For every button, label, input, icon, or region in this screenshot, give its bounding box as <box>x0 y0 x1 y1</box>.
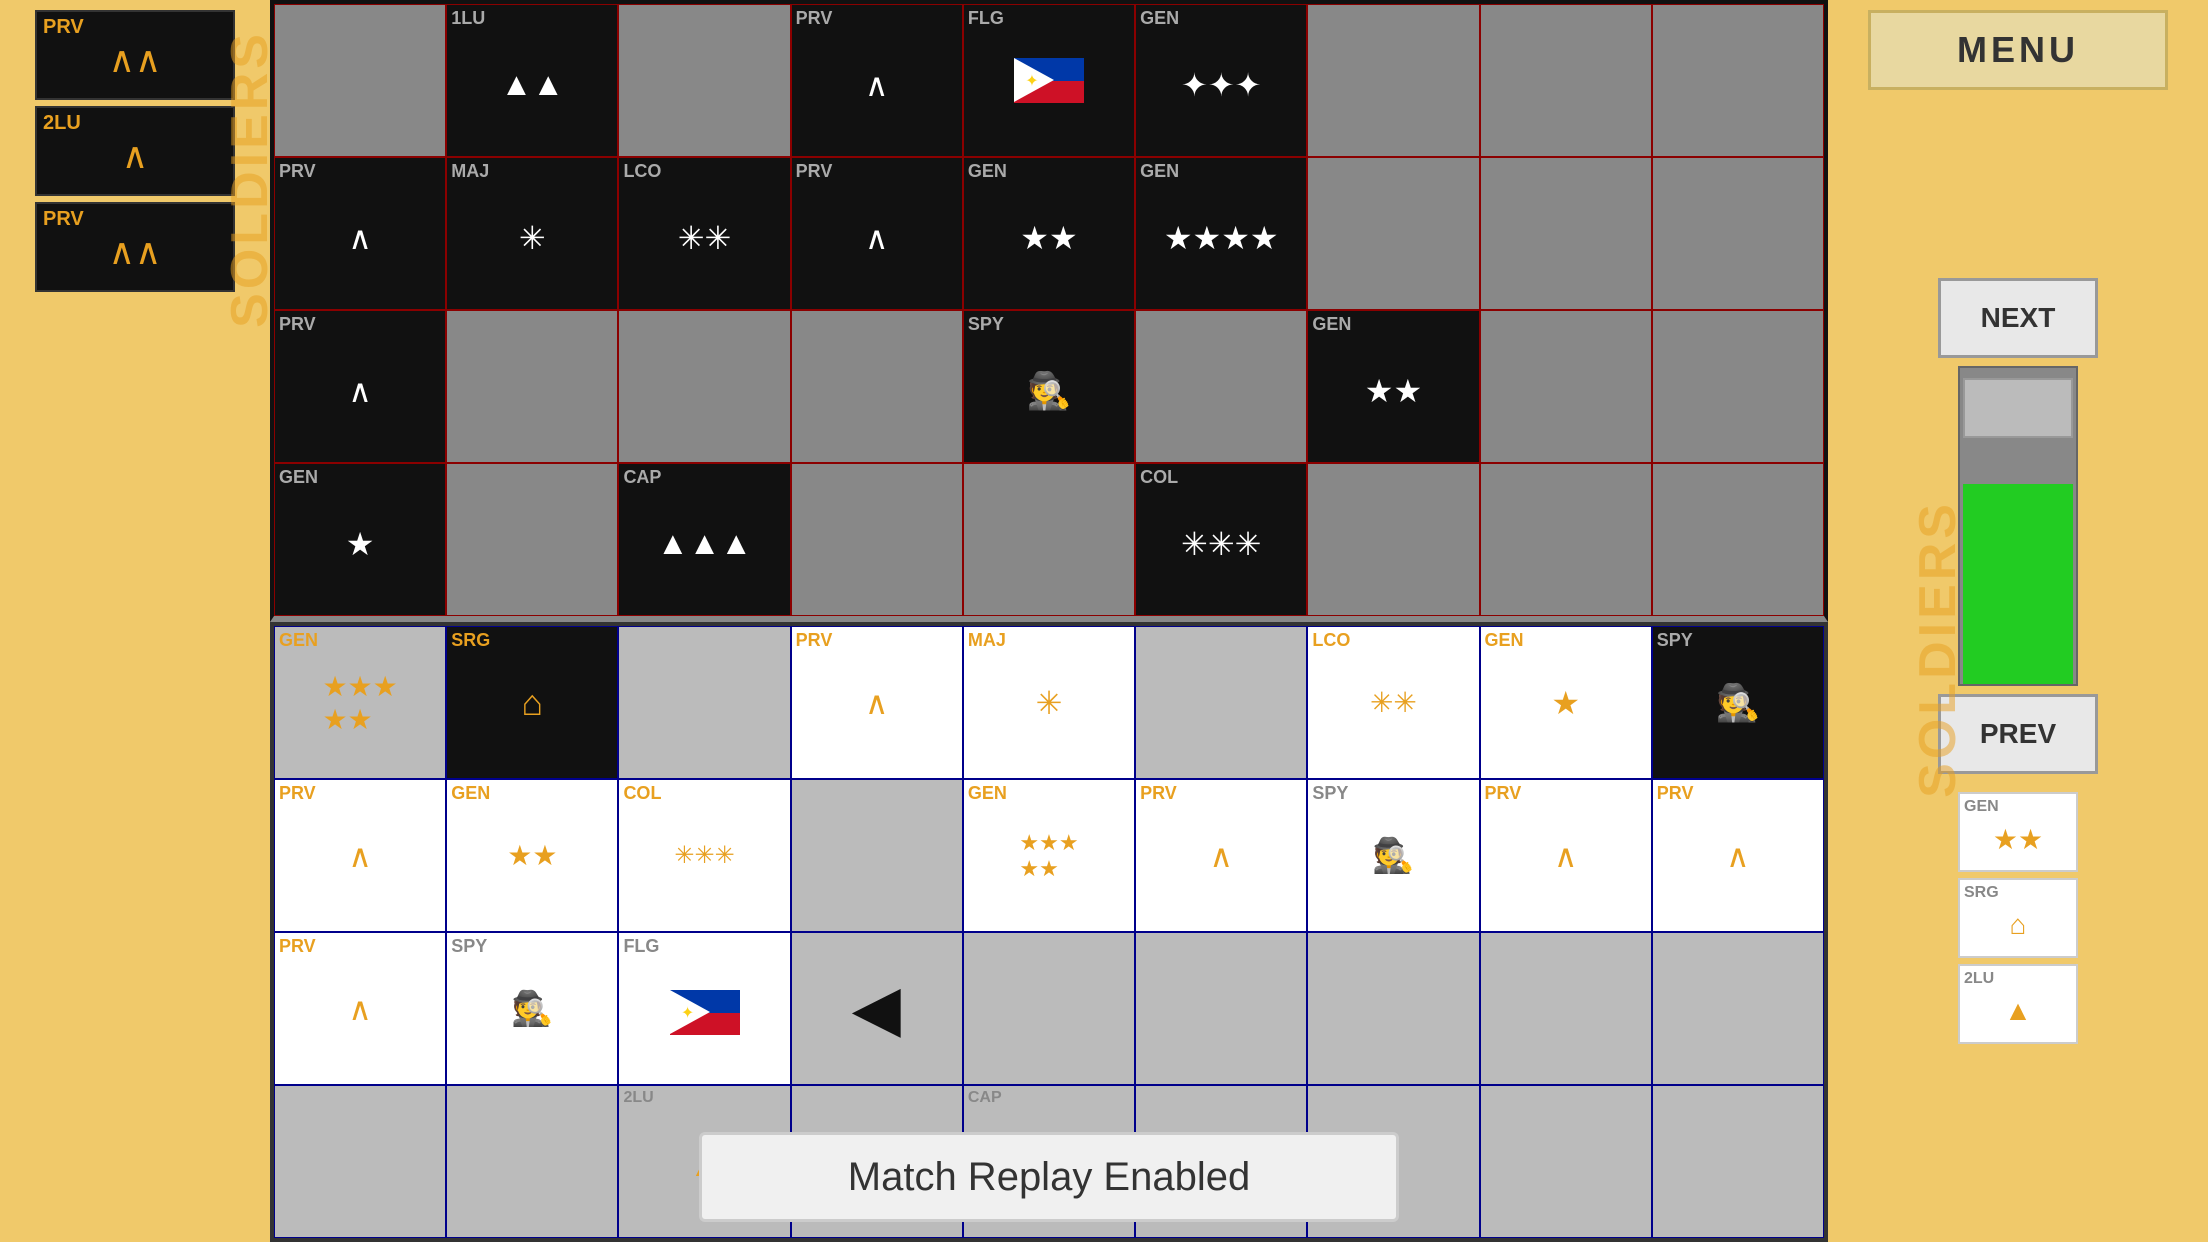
cell-t-2-1[interactable] <box>446 310 618 463</box>
cell-t-1-1[interactable]: MAJ ✳ <box>446 157 618 310</box>
sidebar-card-prv2: PRV ∧∧ <box>35 202 235 292</box>
mini-card-2lu: 2LU ▲ <box>1958 964 2078 1044</box>
game-board: 1LU ▲▲ PRV ∧ FLG ✦ GEN ✦✦✦ PRV ∧ <box>270 0 1828 1242</box>
cell-b-0-8[interactable]: SPY 🕵 <box>1652 626 1824 779</box>
cell-b-0-7[interactable]: GEN ★ <box>1480 626 1652 779</box>
cell-t-2-3[interactable] <box>791 310 963 463</box>
cell-b-3-8[interactable] <box>1652 1085 1824 1238</box>
rank-symbol: ∧∧ <box>109 231 162 273</box>
cell-t-2-8[interactable] <box>1652 310 1824 463</box>
cell-t-1-7[interactable] <box>1480 157 1652 310</box>
cell-b-1-3[interactable] <box>791 779 963 932</box>
cell-t-0-4[interactable]: FLG ✦ <box>963 4 1135 157</box>
mini-card-srg: SRG ⌂ <box>1958 878 2078 958</box>
cell-b-2-2[interactable]: FLG ✦ <box>618 932 790 1085</box>
cell-t-3-3[interactable] <box>791 463 963 616</box>
cell-b-3-1[interactable] <box>446 1085 618 1238</box>
cell-t-3-8[interactable] <box>1652 463 1824 616</box>
cell-t-0-7[interactable] <box>1480 4 1652 157</box>
board-top: 1LU ▲▲ PRV ∧ FLG ✦ GEN ✦✦✦ PRV ∧ <box>270 0 1828 622</box>
cell-t-0-3[interactable]: PRV ∧ <box>791 4 963 157</box>
cell-t-0-2[interactable] <box>618 4 790 157</box>
cell-b-1-1[interactable]: GEN ★★ <box>446 779 618 932</box>
cell-t-1-8[interactable] <box>1652 157 1824 310</box>
cell-t-3-4[interactable] <box>963 463 1135 616</box>
cell-t-0-1[interactable]: 1LU ▲▲ <box>446 4 618 157</box>
cell-b-3-0[interactable] <box>274 1085 446 1238</box>
cell-t-1-4[interactable]: GEN ★★ <box>963 157 1135 310</box>
cell-t-2-2[interactable] <box>618 310 790 463</box>
cell-t-2-0[interactable]: PRV ∧ <box>274 310 446 463</box>
cell-t-3-5[interactable]: COL ✳✳✳ <box>1135 463 1307 616</box>
left-sidebar: PRV ∧∧ 2LU ∧ PRV ∧∧ SOLDIERS <box>0 0 270 1242</box>
cell-b-1-6[interactable]: SPY 🕵 <box>1307 779 1479 932</box>
rank-label: PRV <box>43 208 84 231</box>
cell-t-2-5[interactable] <box>1135 310 1307 463</box>
sidebar-card-prv: PRV ∧∧ <box>35 10 235 100</box>
cell-b-2-6[interactable] <box>1307 932 1479 1085</box>
cell-b-2-5[interactable] <box>1135 932 1307 1085</box>
cell-t-3-2[interactable]: CAP ▲▲▲ <box>618 463 790 616</box>
cell-b-2-3[interactable]: ◀ <box>791 932 963 1085</box>
sidebar-card-2lu: 2LU ∧ <box>35 106 235 196</box>
rank-symbol: ∧ <box>122 135 148 177</box>
cell-b-1-8[interactable]: PRV ∧ <box>1652 779 1824 932</box>
cell-t-1-5[interactable]: GEN ★★★★ <box>1135 157 1307 310</box>
cell-t-0-5[interactable]: GEN ✦✦✦ <box>1135 4 1307 157</box>
menu-button[interactable]: MENU <box>1868 10 2168 90</box>
cell-t-3-7[interactable] <box>1480 463 1652 616</box>
cell-b-1-0[interactable]: PRV ∧ <box>274 779 446 932</box>
cell-b-1-2[interactable]: COL ✳✳✳ <box>618 779 790 932</box>
cell-b-1-4[interactable]: GEN ★★★★★ <box>963 779 1135 932</box>
cell-b-1-5[interactable]: PRV ∧ <box>1135 779 1307 932</box>
cell-t-3-1[interactable] <box>446 463 618 616</box>
cell-t-1-3[interactable]: PRV ∧ <box>791 157 963 310</box>
cell-t-0-0[interactable] <box>274 4 446 157</box>
cell-b-2-4[interactable] <box>963 932 1135 1085</box>
cell-b-0-0[interactable]: GEN ★★★★★ <box>274 626 446 779</box>
cell-b-2-8[interactable] <box>1652 932 1824 1085</box>
right-mini-cards: GEN ★★ SRG ⌂ 2LU ▲ <box>1958 792 2078 1044</box>
cell-t-1-6[interactable] <box>1307 157 1479 310</box>
green-fill <box>1963 484 2073 684</box>
cell-b-1-7[interactable]: PRV ∧ <box>1480 779 1652 932</box>
cell-b-0-2[interactable] <box>618 626 790 779</box>
cell-b-0-6[interactable]: LCO ✳✳ <box>1307 626 1479 779</box>
cell-t-1-2[interactable]: LCO ✳✳ <box>618 157 790 310</box>
rank-symbol: ∧∧ <box>109 39 162 81</box>
right-soldiers-label: SOLDIERS <box>1908 500 1968 798</box>
cell-b-3-7[interactable] <box>1480 1085 1652 1238</box>
rank-label: 2LU <box>43 112 81 135</box>
cell-t-3-0[interactable]: GEN ★ <box>274 463 446 616</box>
cell-t-2-6[interactable]: GEN ★★ <box>1307 310 1479 463</box>
right-sidebar: MENU NEXT PREV GEN ★★ SRG ⌂ 2LU ▲ SOLDIE… <box>1828 0 2208 1242</box>
cell-b-2-0[interactable]: PRV ∧ <box>274 932 446 1085</box>
cell-t-1-0[interactable]: PRV ∧ <box>274 157 446 310</box>
progress-bar[interactable] <box>1958 366 2078 686</box>
mini-card-gen: GEN ★★ <box>1958 792 2078 872</box>
cell-b-2-1[interactable]: SPY 🕵 <box>446 932 618 1085</box>
rank-label: PRV <box>43 16 84 39</box>
cell-t-2-7[interactable] <box>1480 310 1652 463</box>
notification-bar: Match Replay Enabled <box>699 1132 1399 1222</box>
cell-b-2-7[interactable] <box>1480 932 1652 1085</box>
cell-t-0-6[interactable] <box>1307 4 1479 157</box>
cell-t-3-6[interactable] <box>1307 463 1479 616</box>
cell-b-0-1[interactable]: SRG ⌂ <box>446 626 618 779</box>
notification-text: Match Replay Enabled <box>848 1155 1250 1200</box>
cell-b-0-5[interactable] <box>1135 626 1307 779</box>
cell-b-0-4[interactable]: MAJ ✳ <box>963 626 1135 779</box>
cell-t-0-8[interactable] <box>1652 4 1824 157</box>
cell-b-0-3[interactable]: PRV ∧ <box>791 626 963 779</box>
cell-t-2-4[interactable]: SPY 🕵 <box>963 310 1135 463</box>
next-button[interactable]: NEXT <box>1938 278 2098 358</box>
slider-handle[interactable] <box>1963 378 2073 438</box>
